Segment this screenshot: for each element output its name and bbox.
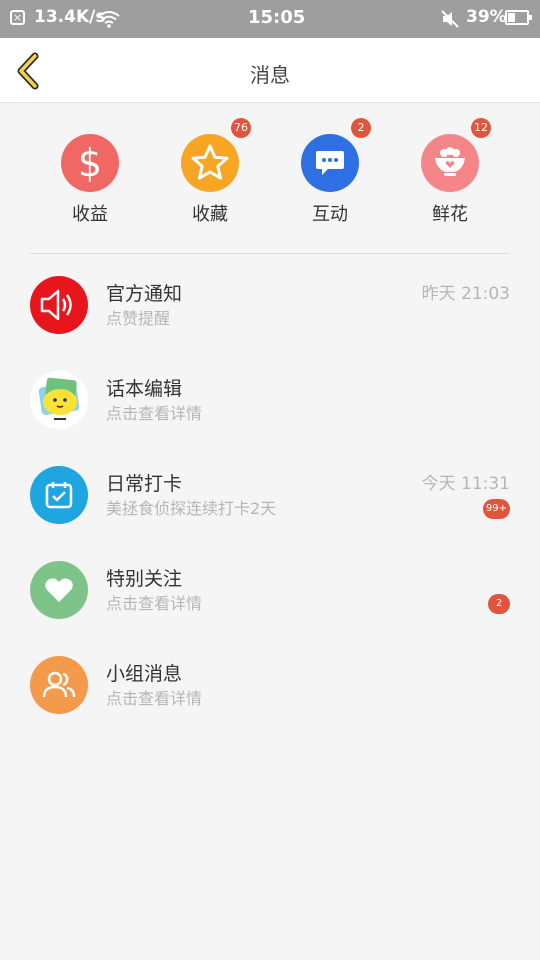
- quick-action-label: 鲜花: [432, 204, 468, 225]
- close-notification-icon: ×: [10, 10, 25, 25]
- message-title: 话本编辑: [106, 378, 183, 400]
- nav-bar: 消息: [0, 38, 540, 103]
- quick-action-badge: 76: [231, 118, 251, 138]
- quick-action-label: 互动: [312, 204, 348, 225]
- unread-badge: 2: [488, 594, 510, 614]
- quick-action-interactions[interactable]: 2 互动: [300, 118, 371, 226]
- quick-action-favorites[interactable]: 76 收藏: [180, 118, 251, 226]
- speaker-icon: [30, 276, 88, 334]
- message-subtitle: 点赞提醒: [106, 309, 171, 328]
- message-subtitle: 美拯食侦探连续打卡2天: [106, 499, 277, 518]
- message-title: 官方通知: [106, 283, 183, 305]
- mute-icon: [441, 10, 459, 28]
- message-item-checkin[interactable]: 日常打卡 美拯食侦探连续打卡2天 今天 11:31 99+: [0, 466, 540, 561]
- status-bar: × 13.4K/s 15:05 39%: [0, 0, 540, 38]
- wifi-icon: [98, 11, 120, 28]
- message-time: 今天 11:31: [421, 474, 510, 494]
- battery-percent: 39%: [466, 7, 507, 27]
- network-speed: 13.4K/s: [34, 7, 106, 27]
- calendar-check-icon: [30, 466, 88, 524]
- group-icon: [30, 656, 88, 714]
- message-item-official[interactable]: 官方通知 点赞提醒 昨天 21:03: [0, 276, 540, 371]
- message-title: 特别关注: [106, 568, 183, 590]
- message-subtitle: 点击查看详情: [106, 404, 203, 423]
- message-item-editor[interactable]: 话本编辑 点击查看详情: [0, 371, 540, 466]
- message-subtitle: 点击查看详情: [106, 594, 203, 613]
- page-title: 消息: [250, 63, 290, 87]
- battery-icon: [505, 10, 532, 25]
- dollar-icon: $: [61, 134, 119, 192]
- quick-action-flowers[interactable]: 12 鲜花: [420, 118, 491, 226]
- chat-bubble-icon: 2: [301, 118, 371, 192]
- message-item-following[interactable]: 特别关注 点击查看详情 2: [0, 561, 540, 656]
- clock: 15:05: [248, 7, 306, 28]
- flower-bowl-icon: 12: [421, 118, 491, 192]
- unread-badge: 99+: [482, 499, 510, 519]
- star-icon: 76: [181, 118, 251, 192]
- message-item-group[interactable]: 小组消息 点击查看详情: [0, 656, 540, 751]
- message-title: 日常打卡: [106, 473, 183, 495]
- message-subtitle: 点击查看详情: [106, 689, 203, 708]
- quick-action-label: 收藏: [192, 204, 228, 225]
- quick-action-badge: 2: [351, 118, 371, 138]
- message-time: 昨天 21:03: [421, 284, 510, 304]
- emoji-avatar-icon: [30, 371, 88, 429]
- quick-action-badge: 12: [471, 118, 491, 138]
- divider: [30, 253, 510, 254]
- quick-action-earnings[interactable]: $ 收益: [60, 134, 120, 226]
- message-title: 小组消息: [106, 663, 183, 685]
- quick-action-label: 收益: [72, 204, 108, 225]
- heart-icon: [30, 561, 88, 619]
